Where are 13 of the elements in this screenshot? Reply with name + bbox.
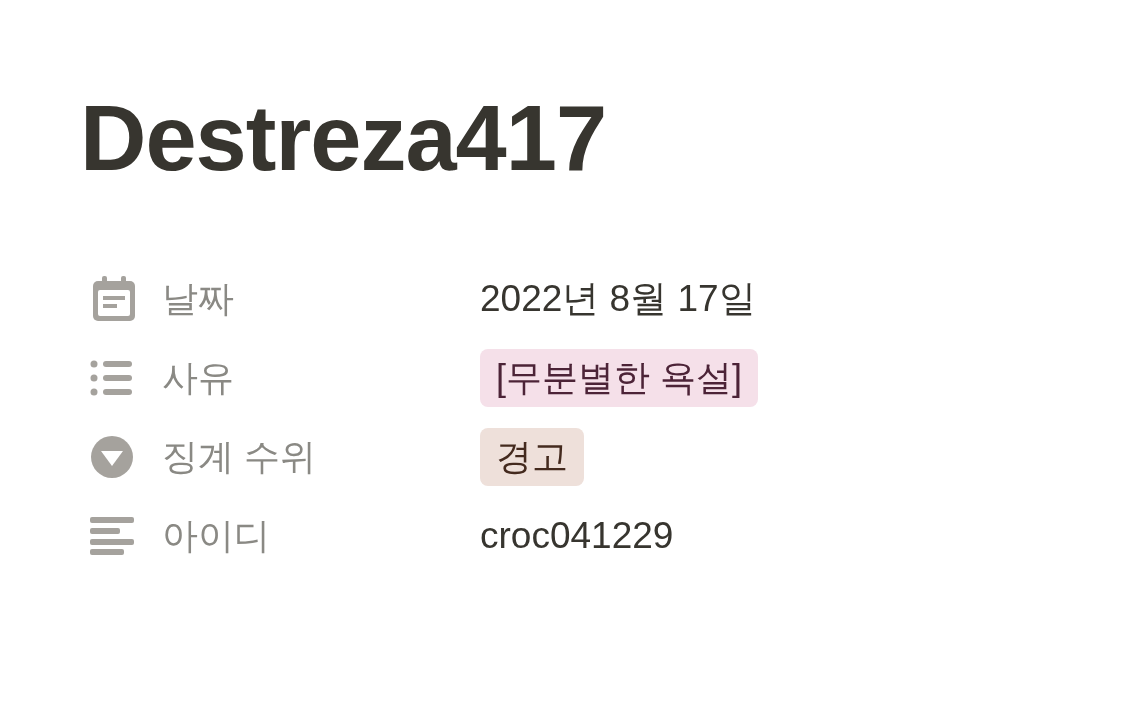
property-label[interactable]: 날짜 [162, 271, 480, 326]
property-label[interactable]: 아이디 [162, 508, 480, 563]
property-label[interactable]: 사유 [162, 350, 480, 405]
tag[interactable]: [무분별한 욕설] [480, 348, 758, 407]
property-label[interactable]: 징계 수위 [162, 429, 480, 484]
page-title: Destreza417 [80, 88, 608, 188]
property-value[interactable]: 2022년 8월 17일 [480, 270, 756, 327]
property-value[interactable]: croc041229 [480, 507, 674, 564]
dropdown-icon [90, 434, 134, 479]
text-lines-icon [90, 516, 134, 555]
list-icon [90, 359, 132, 396]
tag[interactable]: 경고 [480, 427, 584, 486]
calendar-icon [90, 274, 138, 323]
